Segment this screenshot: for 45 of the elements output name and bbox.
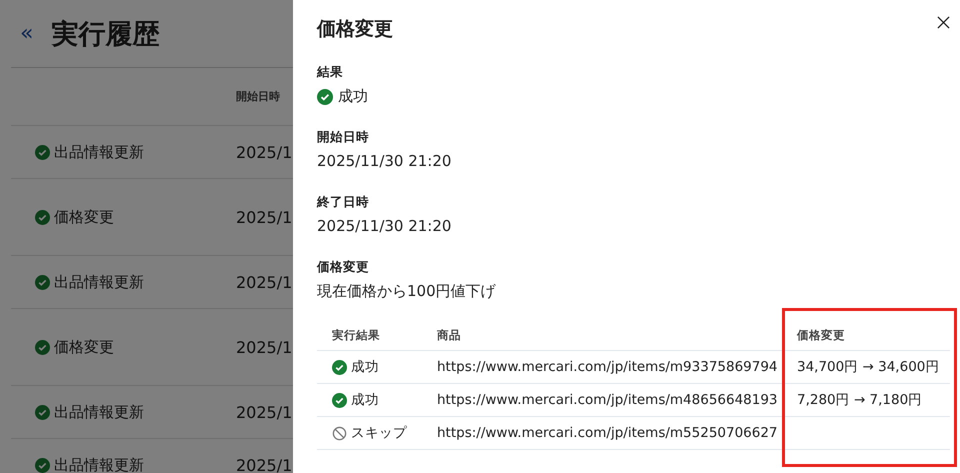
result-text: 成功 bbox=[351, 391, 379, 409]
field-label: 結果 bbox=[317, 64, 344, 81]
start-date: 2025/1 bbox=[236, 272, 292, 292]
check-circle-icon bbox=[332, 360, 347, 374]
task-name: 出品情報更新 bbox=[54, 456, 144, 473]
field-label: 終了日時 bbox=[317, 194, 370, 211]
back-button[interactable]: « bbox=[20, 22, 34, 44]
drawer-title: 価格変更 bbox=[317, 17, 393, 42]
column-header: 実行結果 bbox=[331, 328, 381, 342]
page-title: 実行履歴 bbox=[51, 18, 160, 52]
start-date: 2025/1 bbox=[236, 142, 292, 162]
prohibited-icon bbox=[332, 426, 347, 440]
price-change: 7,280円 → 7,180円 bbox=[797, 391, 922, 409]
check-circle-icon bbox=[35, 340, 50, 354]
start-date: 2025/1 bbox=[236, 338, 292, 356]
result-text: スキップ bbox=[351, 424, 407, 442]
check-circle-icon bbox=[35, 210, 50, 224]
field-label: 価格変更 bbox=[317, 259, 370, 276]
check-circle-icon bbox=[332, 392, 347, 408]
close-icon[interactable] bbox=[937, 16, 950, 28]
price-change: 34,700円 → 34,600円 bbox=[797, 358, 940, 376]
check-circle-icon bbox=[35, 404, 50, 420]
column-header: 価格変更 bbox=[797, 328, 846, 342]
task-name: 出品情報更新 bbox=[54, 142, 144, 162]
task-name: 出品情報更新 bbox=[54, 402, 144, 422]
item-url: https://www.mercari.com/jp/items/m48656648193 bbox=[437, 392, 778, 408]
result-text: 成功 bbox=[351, 358, 379, 376]
field-value: 2025/11/30 21:20 bbox=[317, 217, 452, 235]
item-url: https://www.mercari.com/jp/items/m93375869794 bbox=[437, 359, 778, 375]
field-label: 開始日時 bbox=[317, 129, 370, 146]
start-date: 2025/1 bbox=[236, 402, 292, 422]
task-name: 価格変更 bbox=[54, 338, 114, 356]
task-name: 出品情報更新 bbox=[54, 272, 144, 292]
column-header: 開始日時 bbox=[236, 89, 280, 104]
task-name: 価格変更 bbox=[54, 208, 114, 226]
start-date: 2025/1 bbox=[236, 456, 292, 473]
field-value: 現在価格から100円値下げ bbox=[317, 282, 496, 301]
check-circle-icon bbox=[35, 274, 50, 290]
field-value: 成功 bbox=[338, 87, 368, 106]
item-url: https://www.mercari.com/jp/items/m55250706627 bbox=[437, 425, 778, 441]
check-circle-icon bbox=[317, 88, 333, 104]
check-circle-icon bbox=[35, 144, 50, 160]
column-header: 商品 bbox=[437, 328, 462, 342]
field-value: 2025/11/30 21:20 bbox=[317, 152, 452, 170]
start-date: 2025/1 bbox=[236, 208, 292, 226]
